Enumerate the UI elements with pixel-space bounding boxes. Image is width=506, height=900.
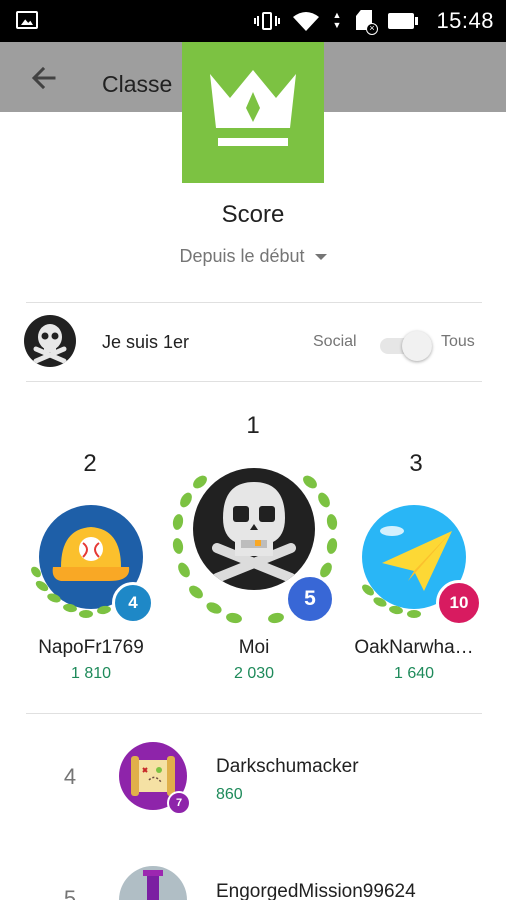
wifi-icon [293, 12, 319, 31]
podium-rank-3: 3 [409, 450, 423, 477]
leaderboard-badge [182, 42, 324, 183]
period-dropdown[interactable]: Depuis le début [0, 244, 506, 268]
toggle-social-label[interactable]: Social [313, 332, 357, 352]
status-bar: ▲ ▼ × 15:48 [0, 0, 506, 42]
divider [26, 302, 482, 303]
vibrate-icon [254, 10, 280, 32]
crown-icon [210, 70, 296, 146]
divider [26, 713, 482, 714]
player-avatar [119, 866, 187, 900]
player-score: 1 640 [393, 665, 435, 682]
level-badge: 7 [167, 791, 191, 815]
arrow-left-icon[interactable] [28, 62, 60, 94]
status-time: 15:48 [436, 8, 494, 33]
level-badge: 4 [112, 582, 154, 624]
player-avatar [193, 468, 315, 590]
player-name: EngorgedMission99624 [216, 881, 416, 900]
player-name: NapoFr1769 [38, 637, 144, 658]
skull-crossbones-icon [212, 482, 296, 583]
player-score: 860 [216, 786, 243, 803]
player-name: OakNarwha… [354, 637, 474, 658]
divider [26, 381, 482, 382]
list-rank: 4 [63, 764, 77, 789]
data-arrows-icon: ▲ ▼ [332, 10, 342, 30]
my-avatar [24, 315, 76, 367]
player-name: Moi [238, 637, 270, 658]
podium-rank-2: 2 [83, 450, 97, 477]
my-rank-label: Je suis 1er [102, 332, 190, 352]
status-icons: ▲ ▼ × [254, 9, 418, 35]
list-rank: 5 [63, 886, 77, 900]
toggle-thumb [402, 331, 432, 361]
caret-down-icon [314, 254, 327, 261]
page-title: Classe [102, 71, 173, 97]
gallery-icon [16, 11, 38, 29]
period-label: Depuis le début [179, 246, 305, 266]
level-badge: 10 [436, 580, 482, 626]
player-score: 1 810 [70, 665, 112, 682]
player-score: 2 030 [233, 665, 275, 682]
leaderboard-title: Score [221, 201, 285, 228]
laurel-icon [362, 584, 421, 618]
battery-icon [388, 13, 418, 29]
player-name: Darkschumacker [216, 756, 359, 777]
toggle-all-label[interactable]: Tous [441, 332, 475, 352]
social-all-toggle[interactable] [378, 331, 436, 361]
sim-no-service-icon: × [354, 9, 378, 35]
skull-crossbones-icon [33, 324, 67, 364]
level-badge: 5 [285, 574, 335, 624]
tower-icon [143, 870, 163, 900]
podium-rank-1: 1 [246, 412, 260, 439]
